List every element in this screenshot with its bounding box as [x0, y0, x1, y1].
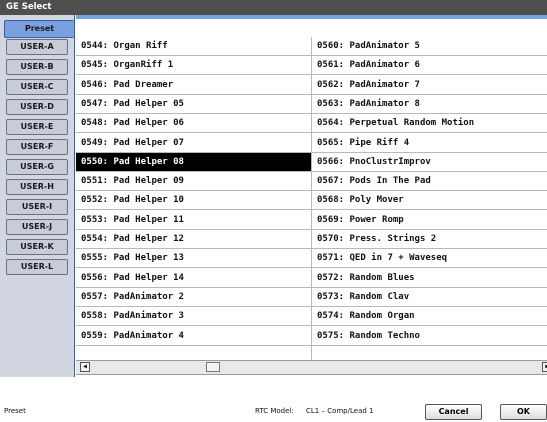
rtc-model-label: RTC Model: — [255, 407, 294, 415]
list-item[interactable]: 0559: PadAnimator 4 — [76, 327, 311, 346]
tab-user-e[interactable]: USER-E — [6, 119, 68, 135]
tab-user-b[interactable]: USER-B — [6, 59, 68, 75]
list-item[interactable]: 0561: PadAnimator 6 — [312, 56, 547, 76]
list-item[interactable]: 0568: Poly Mover — [312, 191, 547, 211]
list-item[interactable]: 0572: Random Blues — [312, 269, 547, 288]
list-item[interactable]: 0548: Pad Helper 06 — [76, 114, 311, 134]
horizontal-scrollbar[interactable]: ◀ ▶ — [76, 360, 547, 375]
list-item[interactable]: 0564: Perpetual Random Motion — [312, 114, 547, 134]
list-item[interactable]: 0563: PadAnimator 8 — [312, 95, 547, 114]
list-item[interactable]: 0556: Pad Helper 14 — [76, 269, 311, 288]
tab-user-f[interactable]: USER-F — [6, 139, 68, 155]
list-item[interactable]: 0558: PadAnimator 3 — [76, 307, 311, 327]
arrow-right-icon[interactable]: ▶ — [542, 362, 547, 372]
tab-user-k[interactable]: USER-K — [6, 239, 68, 255]
list-item[interactable]: 0546: Pad Dreamer — [76, 76, 311, 95]
tab-user-h[interactable]: USER-H — [6, 179, 68, 195]
category-label: Preset — [4, 407, 26, 415]
tab-user-d[interactable]: USER-D — [6, 99, 68, 115]
tab-user-a[interactable]: USER-A — [6, 39, 68, 55]
list-item[interactable]: 0552: Pad Helper 10 — [76, 191, 311, 211]
bank-tab-sidebar: Preset USER-A USER-B USER-C USER-D USER-E USER… — [0, 15, 74, 377]
list-item[interactable]: 0545: OrganRiff 1 — [76, 56, 311, 76]
list-item[interactable]: 0547: Pad Helper 05 — [76, 95, 311, 114]
window-title: GE Select — [0, 0, 547, 15]
rtc-model-value: CL1 – Comp/Lead 1 — [306, 407, 374, 415]
list-item[interactable]: 0575: Random Techno — [312, 327, 547, 346]
status-bar: Preset RTC Model: CL1 – Comp/Lead 1 Canc… — [0, 377, 547, 422]
list-item[interactable]: 0544: Organ Riff — [76, 37, 311, 56]
scroll-thumb[interactable] — [206, 362, 220, 372]
list-item[interactable]: 0570: Press. Strings 2 — [312, 230, 547, 249]
panel-top-bar — [76, 15, 547, 19]
ok-button[interactable]: OK — [500, 404, 547, 420]
list-item-selected[interactable]: 0550: Pad Helper 08 — [76, 152, 311, 172]
list-item[interactable]: 0565: Pipe Riff 4 — [312, 134, 547, 153]
ge-list-panel: 0544: Organ Riff 0545: OrganRiff 1 0546: P… — [74, 15, 547, 377]
list-item[interactable]: 0562: PadAnimator 7 — [312, 76, 547, 95]
list-item[interactable]: 0571: QED in 7 + Waveseq — [312, 249, 547, 269]
list-item[interactable]: 0553: Pad Helper 11 — [76, 211, 311, 230]
list-item[interactable]: 0569: Power Romp — [312, 211, 547, 230]
list-item[interactable]: 0560: PadAnimator 5 — [312, 37, 547, 56]
list-item[interactable]: 0551: Pad Helper 09 — [76, 172, 311, 192]
tab-user-c[interactable]: USER-C — [6, 79, 68, 95]
list-item[interactable]: 0567: Pods In The Pad — [312, 172, 547, 192]
ge-list-grid: 0544: Organ Riff 0545: OrganRiff 1 0546: P… — [76, 37, 547, 364]
list-item[interactable]: 0549: Pad Helper 07 — [76, 134, 311, 153]
list-item[interactable]: 0573: Random Clav — [312, 288, 547, 307]
list-item[interactable]: 0574: Random Organ — [312, 307, 547, 327]
list-item[interactable]: 0554: Pad Helper 12 — [76, 230, 311, 249]
list-item[interactable]: 0557: PadAnimator 2 — [76, 288, 311, 307]
list-item[interactable]: 0555: Pad Helper 13 — [76, 249, 311, 269]
tab-user-i[interactable]: USER-I — [6, 199, 68, 215]
tab-preset[interactable]: Preset — [4, 20, 74, 38]
arrow-left-icon[interactable]: ◀ — [80, 362, 90, 372]
list-item[interactable]: 0566: PnoClustrImprov — [312, 153, 547, 172]
tab-user-g[interactable]: USER-G — [6, 159, 68, 175]
tab-user-l[interactable]: USER-L — [6, 259, 68, 275]
cancel-button[interactable]: Cancel — [425, 404, 482, 420]
tab-user-j[interactable]: USER-J — [6, 219, 68, 235]
